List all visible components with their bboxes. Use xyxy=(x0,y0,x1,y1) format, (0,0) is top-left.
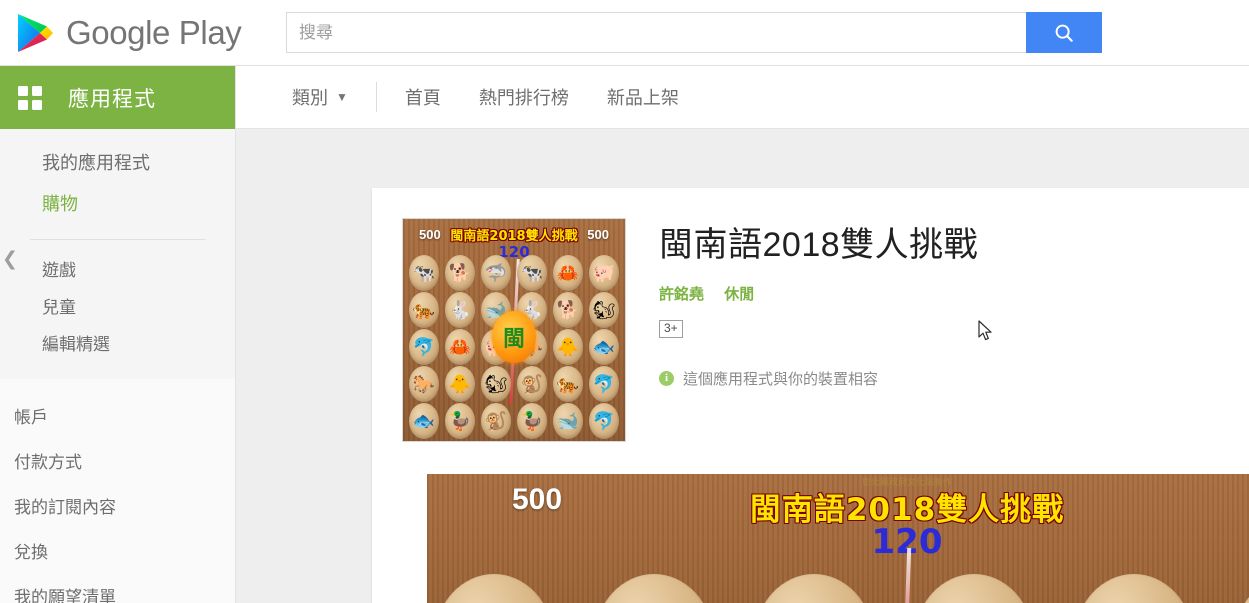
search-button[interactable] xyxy=(1026,12,1102,53)
sidebar-item-account[interactable]: 帳戶 xyxy=(0,393,235,438)
icon-tile: 🐿 xyxy=(589,292,619,328)
nav-separator xyxy=(375,82,377,112)
info-icon: i xyxy=(659,370,674,386)
icon-tile: 🐬 xyxy=(589,366,619,402)
sidebar-item-kids[interactable]: 兒童 xyxy=(0,287,235,324)
shot-tile: 🐄 xyxy=(915,574,1033,603)
nav-category-dropdown[interactable]: 類別 ▼ xyxy=(292,84,348,110)
sidebar-item-shop[interactable]: 購物 xyxy=(0,184,235,225)
shot-tile: 🐕 xyxy=(595,574,713,603)
sidebar-header-label: 應用程式 xyxy=(68,87,156,111)
sidebar-item-editors-choice[interactable]: 編輯精選 xyxy=(0,324,235,361)
compatibility-notice: i 這個應用程式與你的裝置相容 xyxy=(659,368,1249,389)
icon-tile: 🦀 xyxy=(445,329,475,365)
chevron-down-icon: ▼ xyxy=(336,90,348,104)
app-screenshot[interactable]: 500 500 彰化縣政府文化局製作 閩南語2018雙人挑戰 120 🐄🐕🦈🐄🦀… xyxy=(427,474,1249,603)
icon-tile: 🐬 xyxy=(409,329,439,365)
icon-tile: 🐥 xyxy=(553,329,583,365)
nav-category-label: 類別 xyxy=(292,88,328,108)
icon-tile: 🦆 xyxy=(517,403,547,439)
icon-tile: 🐬 xyxy=(589,403,619,439)
shot-tile: 🐖 xyxy=(1235,574,1249,603)
compatibility-text: 這個應用程式與你的裝置相容 xyxy=(683,370,879,388)
sidebar-primary-group: 我的應用程式 購物 遊戲 兒童 編輯精選 xyxy=(0,129,235,379)
app-subtitle: 許銘堯 休閒 xyxy=(659,283,1249,304)
app-icon[interactable]: 500 500 閩南語2018雙人挑戰 120 🐄🐕🦈🐄🦀🐖🐅🐇🐋🐇🐕🐿🐬🦀🐖🐎… xyxy=(402,218,626,442)
sidebar-account-group: 帳戶 付款方式 我的訂閱內容 兌換 我的願望清單 xyxy=(0,379,235,603)
nav-link-new-releases[interactable]: 新品上架 xyxy=(607,84,679,110)
google-play-triangle-icon xyxy=(16,12,54,54)
icon-tile: 🦈 xyxy=(481,255,511,291)
app-meta: 閩南語2018雙人挑戰 許銘堯 休閒 3+ i 這個應用程式與你的裝置相容 已安… xyxy=(659,218,1249,442)
icon-center-logo: 閩 xyxy=(492,311,536,363)
icon-score-right: 500 xyxy=(587,227,609,242)
icon-tile: 🐅 xyxy=(409,292,439,328)
app-title: 閩南語2018雙人挑戰 xyxy=(659,226,979,264)
icon-tile: 🐇 xyxy=(445,292,475,328)
app-developer-link[interactable]: 許銘堯 xyxy=(659,286,704,303)
icon-game-title: 閩南語2018雙人挑戰 xyxy=(450,229,578,244)
top-header: Google Play xyxy=(0,0,1249,66)
sidebar-item-redeem[interactable]: 兌換 xyxy=(0,528,235,573)
icon-tile: 🦆 xyxy=(445,403,475,439)
search-icon xyxy=(1055,24,1073,42)
sidebar-item-games[interactable]: 遊戲 xyxy=(0,250,235,287)
app-category-link[interactable]: 休閒 xyxy=(724,286,754,303)
brand-label: Google Play xyxy=(66,13,242,51)
sidebar-item-payment-methods[interactable]: 付款方式 xyxy=(0,438,235,483)
app-detail-card: 500 500 閩南語2018雙人挑戰 120 🐄🐕🦈🐄🦀🐖🐅🐇🐋🐇🐕🐿🐬🦀🐖🐎… xyxy=(372,188,1249,603)
nav-link-top-charts[interactable]: 熱門排行榜 xyxy=(479,84,569,110)
icon-tile: 🐟 xyxy=(589,329,619,365)
sidebar-divider xyxy=(30,239,205,240)
search-bar xyxy=(286,12,1102,53)
shot-tile: 🦀 xyxy=(1075,574,1193,603)
icon-tile: 🐟 xyxy=(409,403,439,439)
google-play-page: Google Play 應用程式 我的應用程式 購物 遊戲 兒童 xyxy=(0,0,1249,603)
icon-tile: 🐕 xyxy=(553,292,583,328)
shot-tile: 🐄 xyxy=(435,574,553,603)
icon-tile: 🐥 xyxy=(445,366,475,402)
screenshot-art: 500 500 彰化縣政府文化局製作 閩南語2018雙人挑戰 120 🐄🐕🦈🐄🦀… xyxy=(427,474,1249,603)
icon-tile: 🐎 xyxy=(409,366,439,402)
app-icon-art: 500 500 閩南語2018雙人挑戰 120 🐄🐕🦈🐄🦀🐖🐅🐇🐋🐇🐕🐿🐬🦀🐖🐎… xyxy=(403,219,625,441)
icon-tile: 🦀 xyxy=(553,255,583,291)
icon-tile: 🐋 xyxy=(553,403,583,439)
apps-grid-icon xyxy=(18,85,42,110)
icon-tile: 🐕 xyxy=(445,255,475,291)
content-rating-badge: 3+ xyxy=(659,319,683,338)
icon-score-left: 500 xyxy=(419,227,441,242)
sidebar-item-my-apps[interactable]: 我的應用程式 xyxy=(0,143,235,184)
sidebar: 應用程式 我的應用程式 購物 遊戲 兒童 編輯精選 帳戶 付款方式 我的訂閱內容… xyxy=(0,66,236,603)
sidebar-item-wishlist[interactable]: 我的願望清單 xyxy=(0,573,235,603)
shot-tile: 🦈 xyxy=(755,574,873,603)
chevron-left-icon[interactable]: ❮ xyxy=(2,248,18,270)
icon-tile: 🐒 xyxy=(481,403,511,439)
search-input[interactable] xyxy=(286,12,1026,53)
icon-tile: 🐄 xyxy=(517,255,547,291)
icon-tile: 🐿 xyxy=(481,366,511,402)
sidebar-header-apps[interactable]: 應用程式 xyxy=(0,66,235,129)
sidebar-item-subscriptions[interactable]: 我的訂閱內容 xyxy=(0,483,235,528)
icon-tile: 🐒 xyxy=(517,366,547,402)
shot-score-left: 500 xyxy=(512,483,563,516)
brand-logo-link[interactable]: Google Play xyxy=(0,12,264,54)
icon-tile: 🐅 xyxy=(553,366,583,402)
icon-tile: 🐖 xyxy=(589,255,619,291)
main-content: 500 500 閩南語2018雙人挑戰 120 🐄🐕🦈🐄🦀🐖🐅🐇🐋🐇🐕🐿🐬🦀🐖🐎… xyxy=(236,129,1249,603)
nav-link-home[interactable]: 首頁 xyxy=(405,84,441,110)
secondary-nav: 類別 ▼ 首頁 熱門排行榜 新品上架 xyxy=(236,66,1249,129)
icon-tile: 🐄 xyxy=(409,255,439,291)
